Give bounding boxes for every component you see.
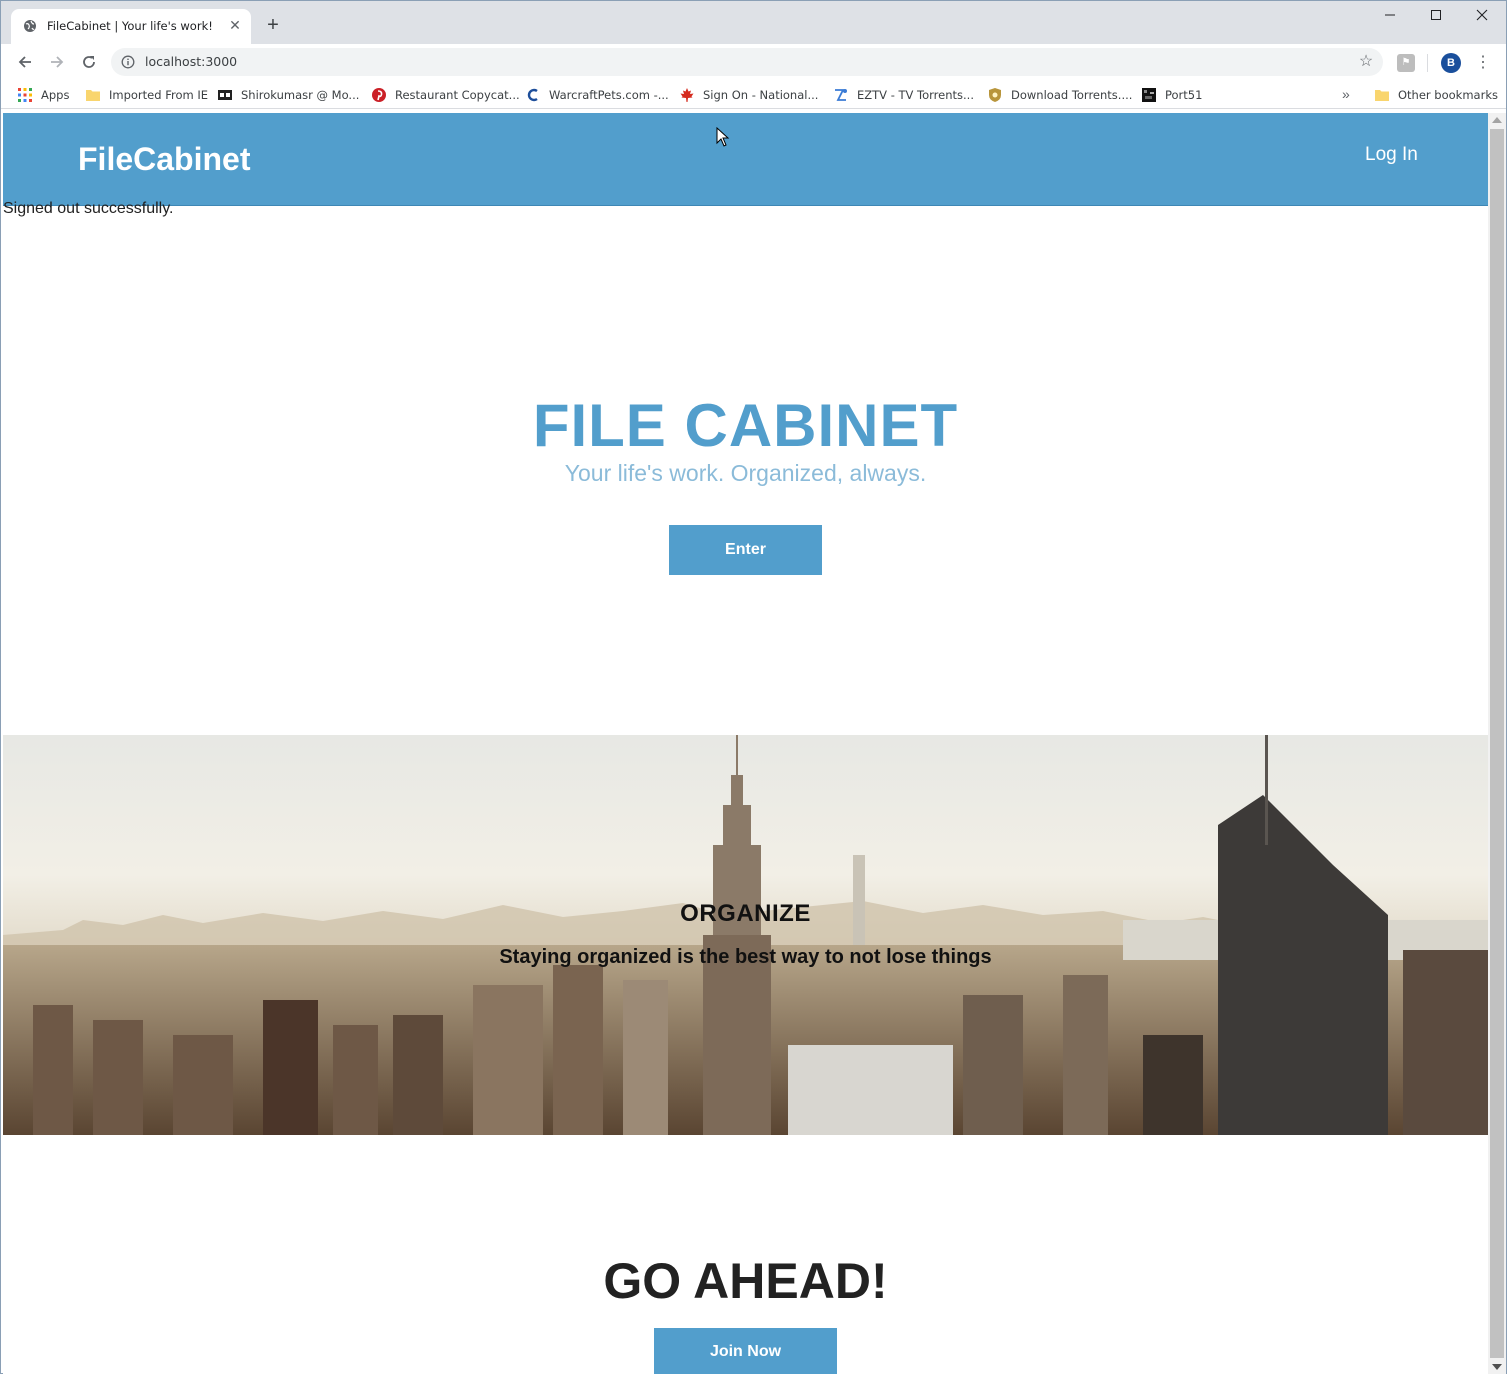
organize-title: ORGANIZE [680, 900, 811, 927]
flash-message: Signed out successfully. [3, 200, 174, 217]
bookmark-label: Download Torrents.... [1011, 88, 1133, 102]
login-link[interactable]: Log In [1365, 144, 1418, 166]
bookmark-eztv[interactable]: EZTV - TV Torrents... [833, 86, 974, 104]
menu-dots-icon[interactable]: ⋮ [1475, 53, 1491, 73]
back-arrow-icon[interactable] [13, 50, 37, 74]
maximize-icon[interactable] [1426, 7, 1446, 27]
bookmark-imported-from-ie[interactable]: Imported From IE [85, 86, 208, 104]
scroll-thumb[interactable] [1490, 129, 1504, 1358]
mouse-cursor-icon [716, 127, 730, 147]
info-icon[interactable] [121, 55, 135, 69]
bookmark-restaurant-copycat[interactable]: Restaurant Copycat... [371, 86, 520, 104]
bookmark-port51[interactable]: Port51 [1141, 86, 1202, 104]
forward-arrow-icon[interactable] [45, 50, 69, 74]
hero-section: FILE CABINET Your life's work. Organized… [3, 393, 1488, 487]
bookmark-label: Shirokumasr @ Mo... [241, 88, 360, 102]
close-tab-icon[interactable]: ✕ [227, 17, 243, 33]
new-tab-button[interactable]: + [263, 15, 283, 35]
bookmark-label: WarcraftPets.com -... [549, 88, 669, 102]
bookmark-label: Sign On - National... [703, 88, 819, 102]
bookmark-star-icon[interactable]: ☆ [1357, 53, 1375, 71]
bookmark-warcraftpets[interactable]: WarcraftPets.com -... [525, 86, 669, 104]
globe-icon [24, 20, 36, 32]
bookmark-sign-on-national[interactable]: Sign On - National... [679, 86, 818, 104]
city-skyline-image [3, 735, 1488, 1135]
pinterest-icon [372, 88, 386, 102]
go-ahead-title: GO AHEAD! [603, 1253, 888, 1309]
port51-icon [1142, 88, 1156, 102]
shield-icon [989, 88, 1001, 102]
enter-button[interactable]: Enter [669, 525, 822, 575]
toolbar-separator [1427, 54, 1428, 72]
folder-icon [1375, 90, 1389, 101]
film-icon [218, 90, 232, 100]
minimize-icon[interactable] [1380, 7, 1400, 27]
hero-title: FILE CABINET [532, 392, 959, 459]
join-now-button[interactable]: Join Now [654, 1328, 837, 1374]
bookmark-label: Other bookmarks [1398, 88, 1498, 102]
eztv-icon [835, 89, 847, 101]
folder-icon [86, 90, 100, 101]
reload-icon[interactable] [77, 50, 101, 74]
bookmark-shirokumasr[interactable]: Shirokumasr @ Mo... [217, 86, 359, 104]
apps-grid-icon [18, 88, 32, 102]
bookmark-label: Imported From IE [109, 88, 209, 102]
more-bookmarks-icon[interactable]: » [1342, 86, 1350, 102]
bookmark-label: Apps [41, 88, 70, 102]
url-text: localhost:3000 [145, 54, 238, 69]
site-brand[interactable]: FileCabinet [78, 141, 250, 178]
tab-title: FileCabinet | Your life's work! [47, 19, 213, 33]
site-header: FileCabinet Log In [3, 113, 1488, 206]
maple-leaf-icon [680, 88, 694, 102]
page-viewport: FileCabinet Log In Signed out successful… [3, 113, 1488, 1374]
page-scrollbar[interactable] [1488, 113, 1506, 1374]
bookmark-label: Restaurant Copycat... [395, 88, 520, 102]
bookmark-label: EZTV - TV Torrents... [857, 88, 974, 102]
warcraftpets-icon [527, 88, 538, 102]
browser-toolbar: localhost:3000 ☆ ⚑ B ⋮ [1, 44, 1506, 80]
bookmark-label: Port51 [1165, 88, 1203, 102]
bookmark-download-torrents[interactable]: Download Torrents.... [987, 86, 1132, 104]
extension-icon[interactable]: ⚑ [1397, 54, 1415, 72]
profile-avatar[interactable]: B [1441, 53, 1461, 73]
hero-subtitle: Your life's work. Organized, always. [564, 460, 927, 486]
bookmarks-bar: Apps Imported From IE Shirokumasr @ Mo..… [1, 80, 1506, 109]
browser-window: FileCabinet | Your life's work! ✕ + loca… [0, 0, 1507, 1374]
organize-subtitle: Staying organized is the best way to not… [499, 946, 992, 968]
close-window-icon[interactable] [1472, 7, 1492, 27]
bookmark-apps[interactable]: Apps [17, 86, 69, 104]
address-bar[interactable]: localhost:3000 ☆ [111, 48, 1383, 76]
scroll-down-arrow-icon[interactable] [1492, 1364, 1502, 1370]
city-banner: ORGANIZE Staying organized is the best w… [3, 735, 1488, 1135]
scroll-up-arrow-icon[interactable] [1492, 117, 1502, 123]
tab-strip: FileCabinet | Your life's work! ✕ + [1, 1, 1506, 44]
browser-tab[interactable]: FileCabinet | Your life's work! ✕ [11, 9, 251, 44]
bookmark-other-bookmarks[interactable]: Other bookmarks [1374, 86, 1498, 104]
